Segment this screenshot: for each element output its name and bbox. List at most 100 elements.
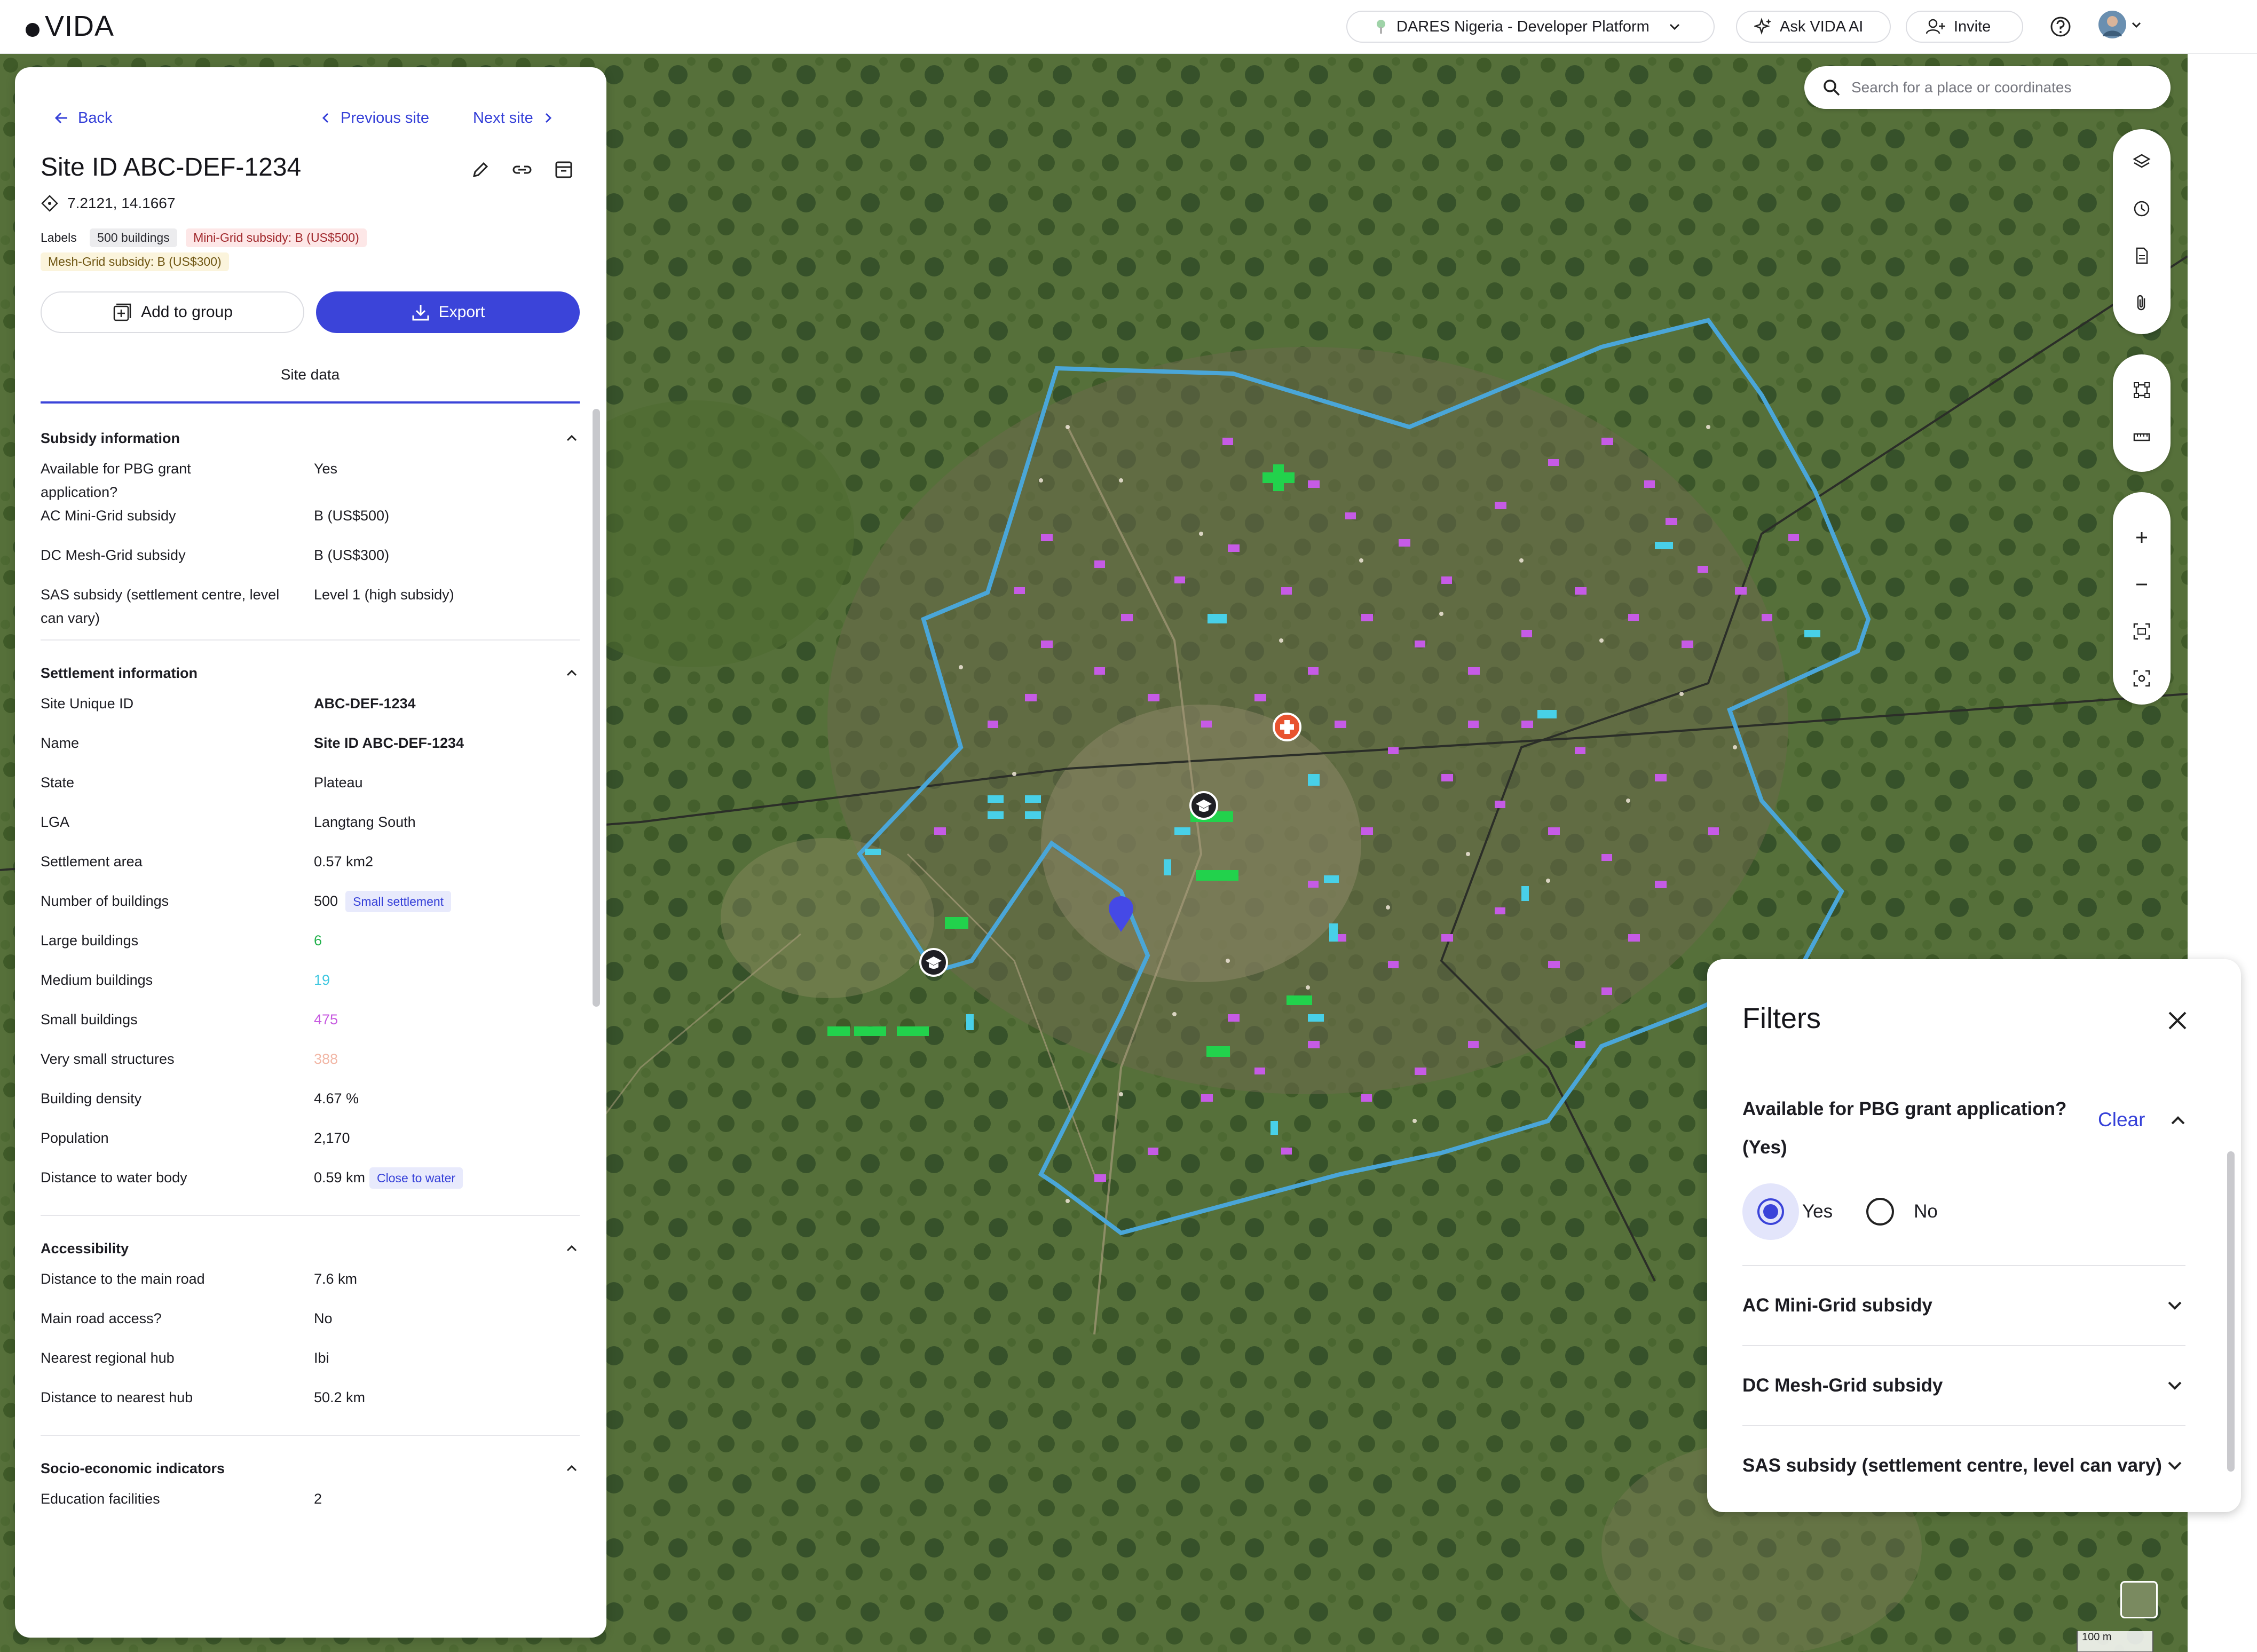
filter-ac-mini-grid[interactable]: AC Mini-Grid subsidy: [1742, 1265, 2185, 1345]
next-site-label: Next site: [473, 109, 533, 127]
filter-dc-mesh-grid[interactable]: DC Mesh-Grid subsidy: [1742, 1345, 2185, 1425]
notes-button[interactable]: [2113, 237, 2171, 274]
focus-icon: [2133, 670, 2150, 687]
zoom-in-button[interactable]: [2113, 519, 2171, 556]
section-header[interactable]: Accessibility: [41, 1230, 580, 1267]
app-logo[interactable]: VIDA: [26, 10, 114, 43]
attachments-button[interactable]: [2113, 284, 2171, 321]
clock-icon: [2134, 201, 2150, 217]
label-tag[interactable]: Mini-Grid subsidy: B (US$500): [186, 228, 367, 247]
search-input[interactable]: Search for a place or coordinates: [1851, 79, 2071, 96]
label-tag[interactable]: Mesh-Grid subsidy: B (US$300): [41, 252, 229, 271]
row-value: Level 1 (high subsidy): [314, 587, 454, 603]
close-icon[interactable]: [2165, 1008, 2190, 1033]
data-row: Large buildings 6: [41, 929, 580, 968]
back-label: Back: [78, 109, 113, 127]
row-label: Population: [41, 1130, 109, 1146]
link-icon[interactable]: [511, 159, 533, 180]
data-row: LGA Langtang South: [41, 810, 580, 850]
tab-site-data[interactable]: Site data: [41, 366, 580, 404]
map-search[interactable]: Search for a place or coordinates: [1804, 66, 2171, 109]
row-label: Distance to nearest hub: [41, 1389, 193, 1405]
archive-icon[interactable]: [553, 159, 574, 180]
section-header[interactable]: Socio-economic indicators: [41, 1450, 580, 1487]
measure-button[interactable]: [2113, 418, 2171, 456]
add-to-group-label: Add to group: [141, 303, 233, 321]
edit-icon[interactable]: [470, 159, 491, 180]
data-row: Available for PBG grant application? Yes: [41, 457, 580, 504]
section-header[interactable]: Settlement information: [41, 654, 580, 692]
data-row: SAS subsidy (settlement centre, level ca…: [41, 583, 580, 630]
logo-text: VIDA: [45, 10, 115, 42]
project-selector[interactable]: DARES Nigeria - Developer Platform: [1346, 11, 1715, 43]
radio-selected-icon: [1757, 1198, 1784, 1225]
next-site-button[interactable]: Next site: [473, 105, 555, 131]
chevron-down-icon: [2132, 22, 2141, 28]
data-row: Number of buildings 500 Small settlement: [41, 889, 580, 929]
row-label: Distance to the main road: [41, 1271, 205, 1287]
arrow-left-icon: [54, 112, 67, 124]
water-proximity-badge: Close to water: [369, 1167, 463, 1189]
chevron-down-icon: [1669, 23, 1679, 30]
data-row: Very small structures 388: [41, 1047, 580, 1087]
chevron-up-icon[interactable]: [2167, 1110, 2189, 1131]
row-label: Site Unique ID: [41, 695, 134, 712]
help-button[interactable]: [2046, 12, 2076, 42]
settlement-size-badge: Small settlement: [345, 891, 452, 912]
select-area-button[interactable]: [2113, 371, 2171, 409]
row-value: 0.57 km2: [314, 853, 374, 870]
back-button[interactable]: Back: [53, 105, 112, 131]
fit-screen-icon: [2133, 623, 2150, 640]
row-value: Langtang South: [314, 814, 416, 830]
site-navigation: Back Previous site Next site: [15, 105, 606, 131]
locate-button[interactable]: [2113, 660, 2171, 697]
row-value: 0.59 km: [314, 1169, 366, 1185]
layers-icon: [2133, 154, 2151, 168]
zoom-out-button[interactable]: [2113, 566, 2171, 603]
row-label: DC Mesh-Grid subsidy: [41, 547, 186, 563]
chevron-up-icon: [566, 1245, 577, 1252]
layers-button[interactable]: [2113, 143, 2171, 180]
chevron-right-icon: [545, 113, 551, 123]
filters-scrollbar[interactable]: [2227, 1151, 2235, 1472]
minus-icon: [2136, 583, 2147, 586]
ruler-icon: [2133, 433, 2150, 441]
clear-filter-button[interactable]: Clear: [2098, 1109, 2145, 1131]
coordinates-value: 7.2121, 14.1667: [67, 195, 176, 211]
document-icon: [2136, 247, 2148, 264]
export-label: Export: [438, 303, 485, 321]
chevron-left-icon: [322, 113, 329, 123]
data-row: Building density 4.67 %: [41, 1087, 580, 1126]
filter-sas-subsidy[interactable]: SAS subsidy (settlement centre, level ca…: [1742, 1425, 2185, 1505]
school-marker[interactable]: [919, 948, 948, 977]
row-label: AC Mini-Grid subsidy: [41, 508, 176, 524]
radio-no[interactable]: [1865, 1196, 1896, 1227]
previous-site-button[interactable]: Previous site: [319, 105, 429, 131]
paperclip-icon: [2137, 295, 2145, 311]
school-marker[interactable]: [1189, 791, 1218, 820]
row-value: B (US$500): [314, 508, 390, 524]
map-style-thumbnail[interactable]: [2120, 1581, 2158, 1618]
label-tag[interactable]: 500 buildings: [90, 228, 177, 247]
invite-label: Invite: [1954, 18, 1991, 35]
row-value: 388: [314, 1051, 338, 1067]
data-row: Small buildings 475: [41, 1008, 580, 1047]
health-facility-marker[interactable]: [1273, 713, 1301, 741]
map-scale: 100 m: [2077, 1631, 2153, 1652]
invite-button[interactable]: Invite: [1906, 11, 2023, 43]
add-to-group-button[interactable]: Add to group: [41, 291, 304, 333]
user-menu[interactable]: [2096, 7, 2144, 42]
export-button[interactable]: Export: [316, 291, 580, 333]
section-header[interactable]: Subsidy information: [41, 420, 580, 457]
radio-yes[interactable]: [1742, 1183, 1799, 1240]
ask-ai-button[interactable]: Ask VIDA AI: [1736, 11, 1891, 43]
panel-scrollbar[interactable]: [593, 409, 600, 1007]
data-row: Main road access? No: [41, 1307, 580, 1346]
site-actions: [470, 159, 574, 180]
map-tools-layers: [2113, 129, 2171, 334]
fit-bounds-button[interactable]: [2113, 613, 2171, 650]
logo-dot: [26, 23, 40, 37]
section-settlement-information: Settlement information Site Unique ID ABC…: [41, 654, 580, 1216]
location-pin-icon[interactable]: [1108, 896, 1134, 933]
history-button[interactable]: [2113, 190, 2171, 227]
